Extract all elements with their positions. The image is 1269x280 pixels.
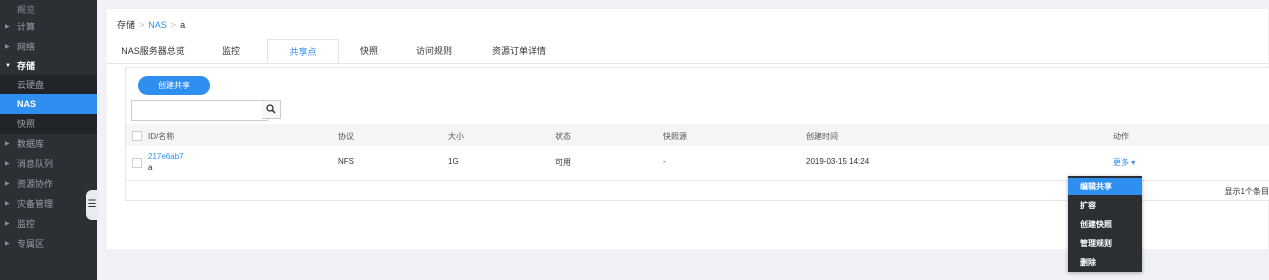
tab-share-point[interactable]: 共享点 xyxy=(267,39,339,63)
sidebar-item-label: 资源协作 xyxy=(17,179,54,189)
sidebar-item-nas[interactable]: NAS xyxy=(0,94,97,114)
sidebar-item-label: 专属区 xyxy=(17,239,45,249)
column-header-action: 动作 xyxy=(1113,132,1129,141)
column-header-protocol: 协议 xyxy=(338,132,354,141)
share-protocol: NFS xyxy=(338,157,354,166)
menu-item-create-snapshot[interactable]: 创建快照 xyxy=(1068,216,1142,233)
sidebar-item-label: 计算 xyxy=(17,22,36,32)
share-created-time: 2019-03-15 14:24 xyxy=(806,157,870,166)
caret-down-icon: ▾ xyxy=(1131,158,1136,167)
sidebar-item-label: 云硬盘 xyxy=(17,80,45,90)
pagination-info: 显示1个条目 xyxy=(1224,187,1269,196)
sidebar-item-label: 数据库 xyxy=(17,139,45,149)
caret-right-icon: ▶ xyxy=(5,44,10,50)
share-name: a xyxy=(148,163,153,172)
column-header-size: 大小 xyxy=(448,132,464,141)
sidebar-item-disaster-recovery[interactable]: ▶ 灾备管理 xyxy=(0,194,97,214)
breadcrumb: 存储 > NAS > a xyxy=(117,18,185,31)
tab-snapshot[interactable]: 快照 xyxy=(351,39,387,63)
breadcrumb-nas[interactable]: NAS xyxy=(148,20,167,30)
tab-order-details[interactable]: 资源订单详情 xyxy=(483,39,555,63)
tab-nas-overview[interactable]: NAS服务器总览 xyxy=(117,39,189,63)
share-size: 1G xyxy=(448,157,459,166)
sidebar-item-label: 快照 xyxy=(17,119,36,129)
table-header: ID/名称 协议 大小 状态 快照源 创建时间 动作 xyxy=(126,124,1269,146)
share-status: 可用 xyxy=(555,158,571,167)
tab-monitor[interactable]: 监控 xyxy=(211,39,251,63)
more-actions-button[interactable]: 更多 ▾ xyxy=(1113,157,1135,168)
menu-item-manage-rules[interactable]: 管理规则 xyxy=(1068,235,1142,252)
share-snapshot-source: - xyxy=(663,157,666,166)
tab-access-rules[interactable]: 访问规则 xyxy=(409,39,459,63)
sidebar-item-label: 消息队列 xyxy=(17,159,54,169)
sidebar-item-label: 存储 xyxy=(17,61,36,71)
menu-item-delete[interactable]: 删除 xyxy=(1068,254,1142,271)
breadcrumb-separator: > xyxy=(170,20,177,30)
caret-right-icon: ▶ xyxy=(5,141,10,147)
sidebar-item-compute[interactable]: ▶ 计算 xyxy=(0,17,97,37)
sidebar-item-label: NAS xyxy=(17,99,37,109)
sidebar-item-monitor[interactable]: ▶ 监控 xyxy=(0,214,97,234)
caret-right-icon: ▶ xyxy=(5,24,10,30)
create-share-button[interactable]: 创建共享 xyxy=(138,76,210,95)
menu-item-expand[interactable]: 扩容 xyxy=(1068,197,1142,214)
caret-right-icon: ▶ xyxy=(5,241,10,247)
caret-right-icon: ▶ xyxy=(5,161,10,167)
breadcrumb-root[interactable]: 存储 xyxy=(117,20,135,30)
breadcrumb-separator: > xyxy=(139,20,145,30)
caret-right-icon: ▶ xyxy=(5,201,10,207)
column-header-snapshot-source: 快照源 xyxy=(663,132,687,141)
row-checkbox[interactable] xyxy=(132,158,142,168)
breadcrumb-current: a xyxy=(180,20,186,30)
caret-down-icon: ▼ xyxy=(5,63,11,69)
column-header-created: 创建时间 xyxy=(806,132,838,141)
sidebar-item-resource-collab[interactable]: ▶ 资源协作 xyxy=(0,174,97,194)
sidebar-item-cloud-disk[interactable]: 云硬盘 xyxy=(0,75,97,95)
sidebar: 概览 ▶ 计算 ▶ 网络 ▼ 存储 云硬盘 NAS 快照 ▶ 数据库 ▶ 消息队… xyxy=(0,0,98,280)
caret-right-icon: ▶ xyxy=(5,181,10,187)
search-icon xyxy=(266,104,276,114)
sidebar-item-label: 灾备管理 xyxy=(17,199,54,209)
sidebar-item-dedicated-zone[interactable]: ▶ 专属区 xyxy=(0,234,97,254)
caret-right-icon: ▶ xyxy=(5,221,10,227)
select-all-checkbox[interactable] xyxy=(132,131,142,141)
search-button[interactable] xyxy=(262,100,281,119)
sidebar-item-database[interactable]: ▶ 数据库 xyxy=(0,134,97,154)
tab-bar: NAS服务器总览 监控 共享点 快照 访问规则 资源订单详情 xyxy=(107,39,1268,64)
sidebar-item-snapshot[interactable]: 快照 xyxy=(0,114,97,134)
column-header-id: ID/名称 xyxy=(148,132,175,141)
more-actions-menu: 编辑共享 扩容 创建快照 管理规则 删除 xyxy=(1068,176,1142,272)
menu-item-edit-share[interactable]: 编辑共享 xyxy=(1068,178,1142,195)
sidebar-item-message-queue[interactable]: ▶ 消息队列 xyxy=(0,154,97,174)
share-id-link[interactable]: 217e6ab7 xyxy=(148,152,184,161)
column-header-status: 状态 xyxy=(555,132,571,141)
sidebar-item-label: 网络 xyxy=(17,42,36,52)
sidebar-item-label: 监控 xyxy=(17,219,36,229)
sidebar-item-network[interactable]: ▶ 网络 xyxy=(0,37,97,57)
sidebar-collapse-icon[interactable]: ☰ xyxy=(86,190,98,220)
sidebar-item-storage[interactable]: ▼ 存储 xyxy=(0,56,97,76)
search-input[interactable] xyxy=(131,100,268,121)
more-actions-label: 更多 xyxy=(1113,158,1129,167)
